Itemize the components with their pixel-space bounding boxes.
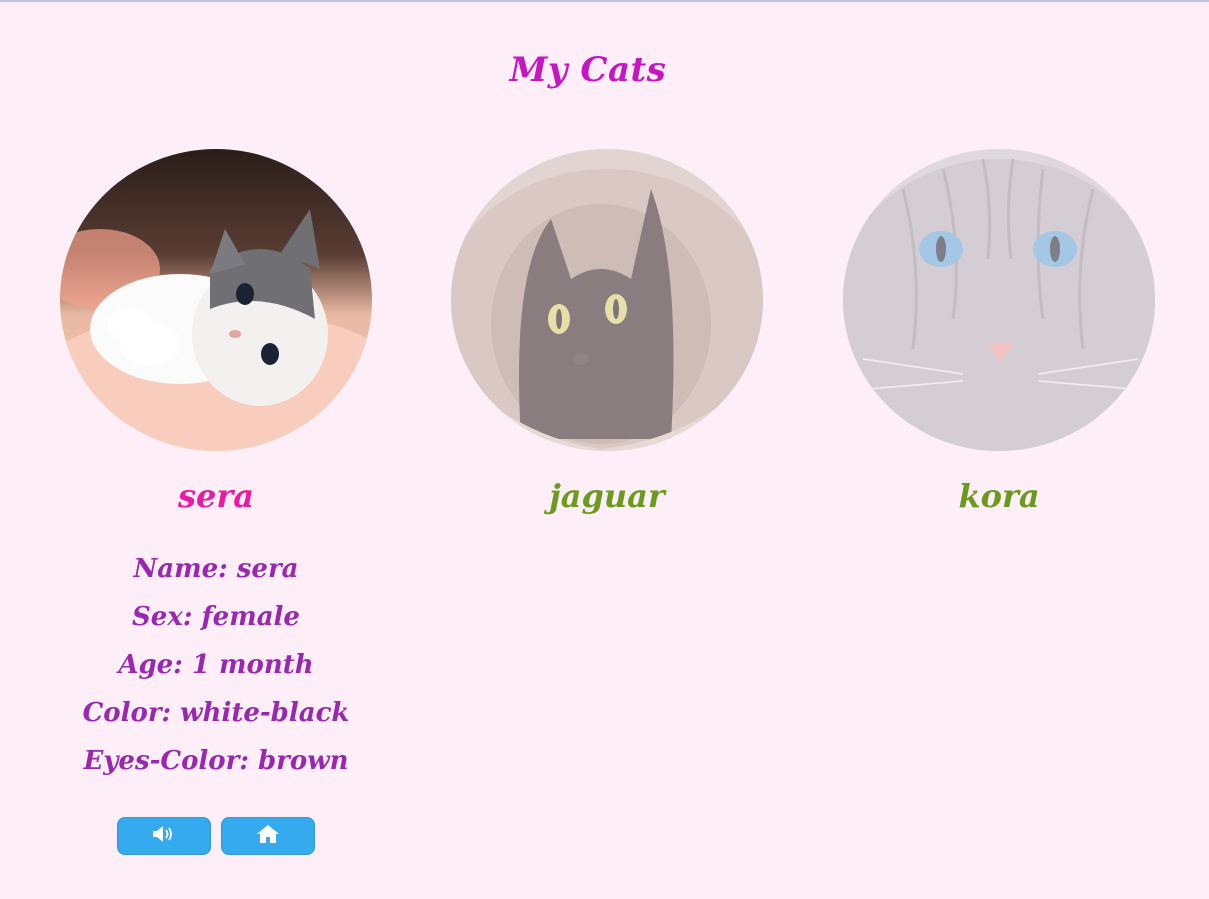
page-title: My Cats [509,50,667,90]
cat-photo-jaguar[interactable] [451,149,763,451]
cat-photo-sera[interactable] [60,149,372,451]
page: My Cats sera Name: sera Sex: female Age:… [0,0,1209,899]
volume-icon [152,825,176,847]
cat-card-kora: kora [843,149,1155,515]
detail-sex: Sex: female [132,602,300,632]
cat-card-sera: sera Name: sera Sex: female Age: 1 month… [60,149,372,855]
action-buttons [60,817,372,855]
home-button[interactable] [221,817,315,855]
cat-card-jaguar: jaguar [451,149,763,515]
home-icon [256,824,280,848]
detail-eyes-color: Eyes-Color: brown [83,746,349,776]
cat-name-jaguar[interactable]: jaguar [451,477,763,515]
cat-name-sera[interactable]: sera [60,477,372,515]
cat-name-kora[interactable]: kora [843,477,1155,515]
detail-name: Name: sera [133,554,299,584]
detail-age: Age: 1 month [118,650,314,680]
cat-photo-kora[interactable] [843,149,1155,451]
sound-button[interactable] [117,817,211,855]
detail-color: Color: white-black [82,698,350,728]
cat-details-sera: Name: sera Sex: female Age: 1 month Colo… [60,545,372,785]
